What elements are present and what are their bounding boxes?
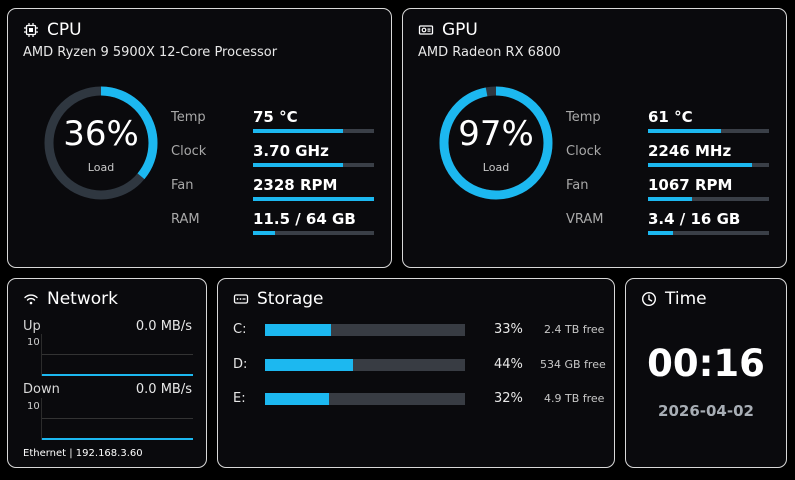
network-down-scale: 10 xyxy=(27,401,40,412)
cpu-load-value: 36% xyxy=(63,114,139,154)
gpu-load-gauge: 97% Load xyxy=(436,83,556,203)
gpu-fan-value: 1067 RPM xyxy=(648,176,733,194)
drive-icon xyxy=(233,291,249,307)
network-footer: Ethernet | 192.168.3.60 xyxy=(23,448,143,459)
cpu-clock-value: 3.70 GHz xyxy=(253,142,329,160)
cpu-clock-bar xyxy=(253,163,374,167)
gpu-fan-bar xyxy=(648,197,769,201)
network-down-graph xyxy=(41,398,193,440)
cpu-load-gauge: 36% Load xyxy=(41,83,161,203)
cpu-fan-value: 2328 RPM xyxy=(253,176,338,194)
clock-icon xyxy=(641,291,657,307)
network-up-graph xyxy=(41,334,193,376)
gpu-clock-value: 2246 MHz xyxy=(648,142,732,160)
gpu-temp-label: Temp xyxy=(566,110,601,125)
cpu-card: CPU AMD Ryzen 9 5900X 12-Core Processor … xyxy=(7,8,392,268)
gpu-card: GPU AMD Radeon RX 6800 97% Load Temp 61 … xyxy=(402,8,787,268)
gpu-vram-value: 3.4 / 16 GB xyxy=(648,210,741,228)
storage-title: Storage xyxy=(233,289,324,309)
cpu-icon xyxy=(23,22,39,38)
network-card: Network Up 0.0 MB/s 10 Down 0.0 MB/s 10 … xyxy=(7,278,207,468)
cpu-temp-label: Temp xyxy=(171,110,206,125)
cpu-title: CPU xyxy=(23,20,82,40)
time-card: Time 00:16 2026-04-02 xyxy=(625,278,787,468)
drive-e-free: 4.9 TB free xyxy=(544,392,605,405)
storage-card: Storage C: 33% 2.4 TB free D: 44% 534 GB… xyxy=(217,278,615,468)
drive-e-label: E: xyxy=(233,391,246,406)
drive-c-free: 2.4 TB free xyxy=(544,323,605,336)
gpu-title: GPU xyxy=(418,20,478,40)
gpu-vram-label: VRAM xyxy=(566,212,604,227)
gpu-model: AMD Radeon RX 6800 xyxy=(418,45,561,60)
time-title-text: Time xyxy=(665,289,707,309)
cpu-title-text: CPU xyxy=(47,20,82,40)
cpu-temp-value: 75 °C xyxy=(253,108,298,126)
network-up-scale: 10 xyxy=(27,337,40,348)
network-up-label: Up xyxy=(23,319,41,334)
network-up-value: 0.0 MB/s xyxy=(135,319,192,334)
gpu-load-label: Load xyxy=(482,161,510,174)
gpu-load-value: 97% xyxy=(458,114,534,154)
drive-c-percent: 33% xyxy=(494,322,523,337)
drive-e-percent: 32% xyxy=(494,391,523,406)
wifi-icon xyxy=(23,291,39,307)
cpu-fan-bar xyxy=(253,197,374,201)
drive-c-label: C: xyxy=(233,322,247,337)
storage-title-text: Storage xyxy=(257,289,324,309)
gpu-temp-value: 61 °C xyxy=(648,108,693,126)
drive-c-bar xyxy=(265,324,465,336)
cpu-model: AMD Ryzen 9 5900X 12-Core Processor xyxy=(23,45,278,60)
gpu-clock-bar xyxy=(648,163,769,167)
drive-d-free: 534 GB free xyxy=(540,358,606,371)
gpu-vram-bar xyxy=(648,231,769,235)
cpu-ram-bar xyxy=(253,231,374,235)
drive-d-bar xyxy=(265,359,465,371)
gpu-temp-bar xyxy=(648,129,769,133)
network-title: Network xyxy=(23,289,118,309)
gpu-clock-label: Clock xyxy=(566,144,602,159)
network-title-text: Network xyxy=(47,289,118,309)
drive-e-bar xyxy=(265,393,465,405)
cpu-clock-label: Clock xyxy=(171,144,207,159)
cpu-ram-label: RAM xyxy=(171,212,200,227)
cpu-temp-bar xyxy=(253,129,374,133)
drive-d-label: D: xyxy=(233,357,248,372)
date-display: 2026-04-02 xyxy=(658,402,754,420)
cpu-load-label: Load xyxy=(87,161,115,174)
time-title: Time xyxy=(641,289,707,309)
gpu-title-text: GPU xyxy=(442,20,478,40)
network-down-label: Down xyxy=(23,382,60,397)
clock-display: 00:16 xyxy=(647,342,765,385)
cpu-fan-label: Fan xyxy=(171,178,194,193)
gpu-icon xyxy=(418,22,434,38)
drive-d-percent: 44% xyxy=(494,357,523,372)
gpu-fan-label: Fan xyxy=(566,178,589,193)
network-down-value: 0.0 MB/s xyxy=(135,382,192,397)
cpu-ram-value: 11.5 / 64 GB xyxy=(253,210,356,228)
